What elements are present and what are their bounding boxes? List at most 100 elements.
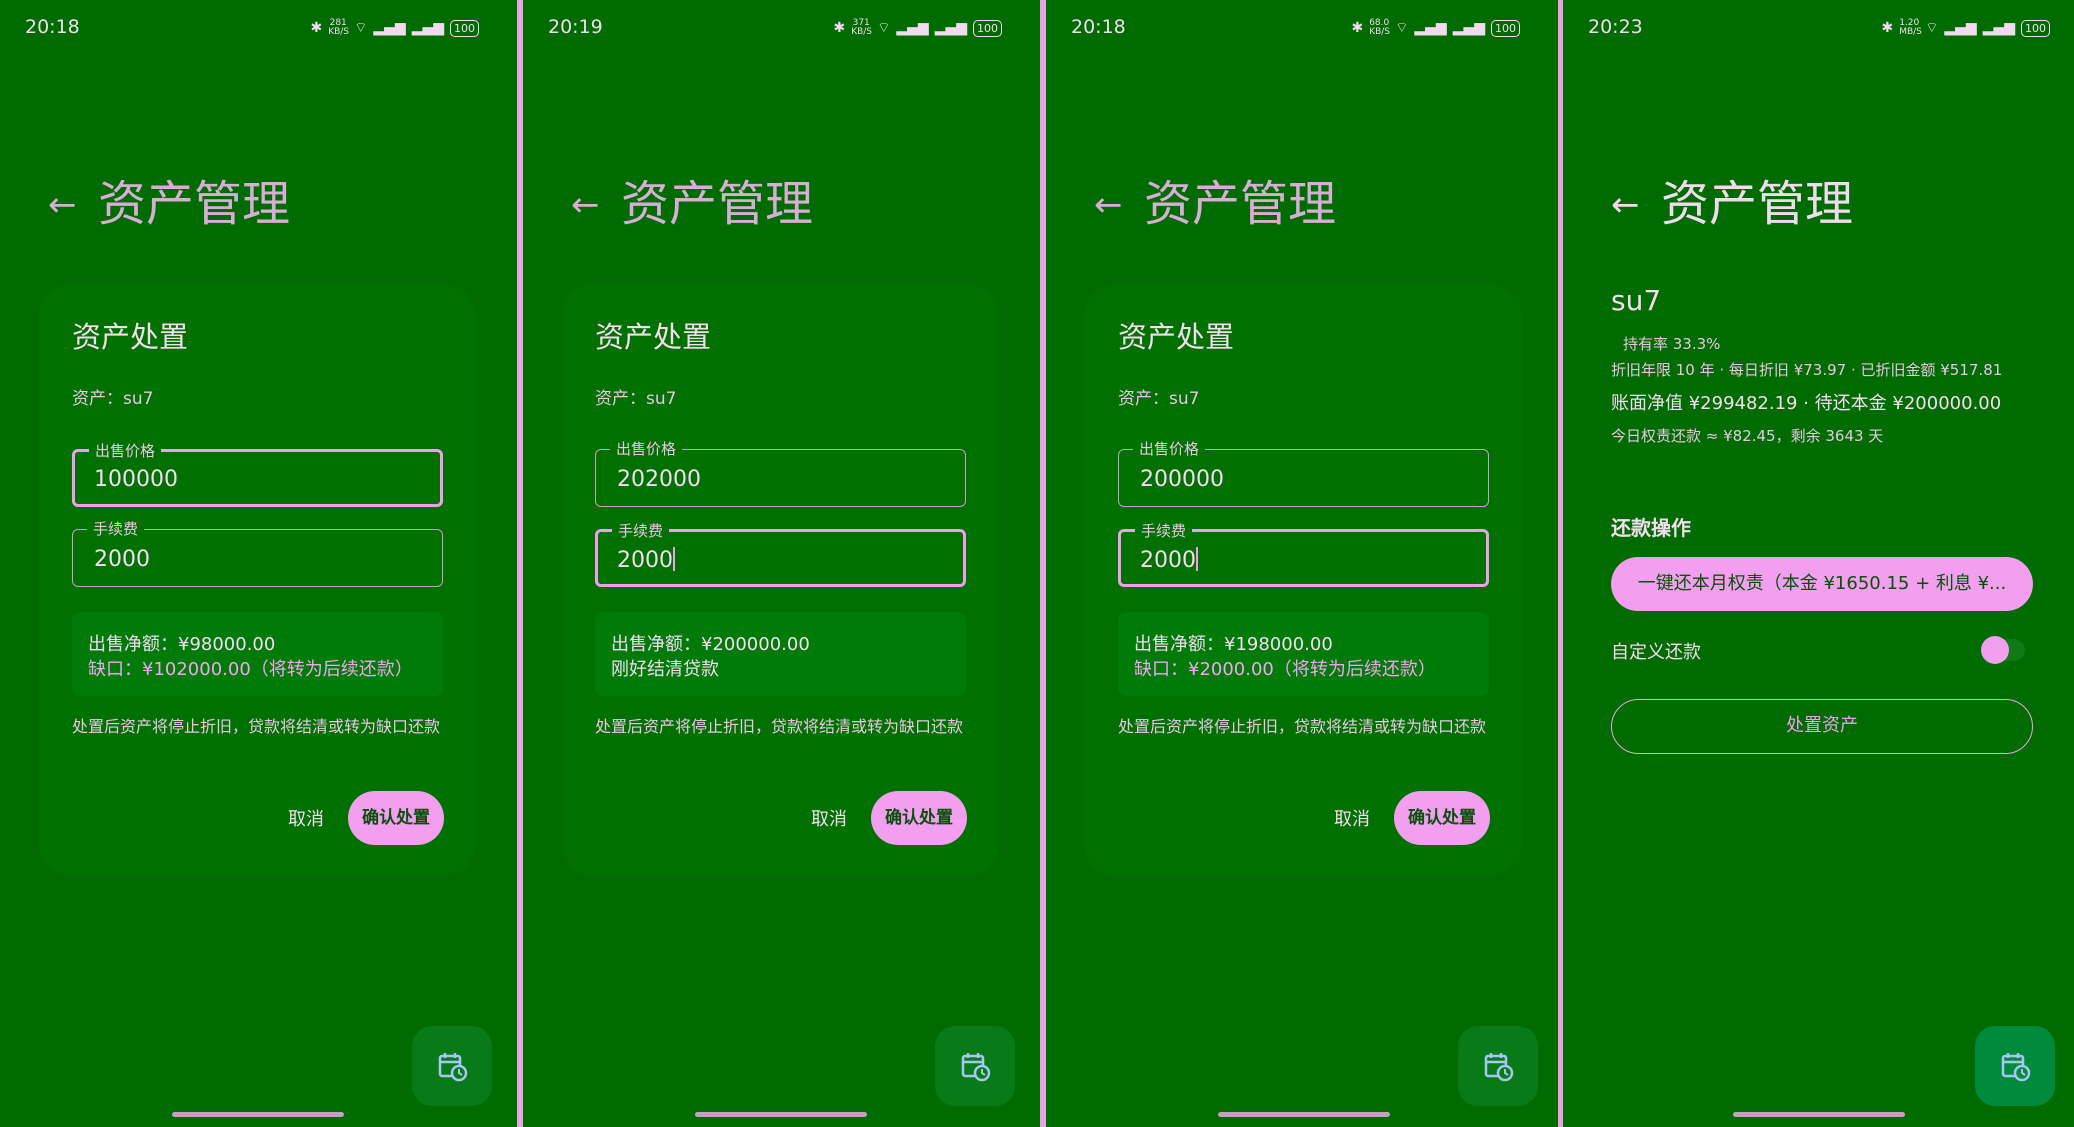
home-indicator[interactable] [1733, 1112, 1905, 1117]
settled-text: 刚好结清贷款 [611, 659, 719, 680]
fee-value: 2000 [1140, 547, 1198, 573]
fee-value: 2000 [94, 547, 150, 572]
custom-repay-toggle[interactable] [1981, 636, 2025, 664]
page-title: 资产管理 [1144, 176, 1337, 232]
cancel-button[interactable]: 取消 [1334, 805, 1370, 831]
calendar-fab[interactable] [935, 1026, 1015, 1106]
holding-rate: 持有率 33.3% [1623, 335, 1721, 353]
confirm-dispose-button[interactable]: 确认处置 [1394, 791, 1490, 845]
sale-price-input[interactable]: 出售价格 100000 [72, 440, 443, 507]
wifi-icon: ⌔ [877, 20, 891, 36]
pay-monthly-button[interactable]: 一键还本月权责（本金 ¥1650.15 + 利息 ¥... [1611, 557, 2033, 611]
calendar-clock-icon [961, 1053, 991, 1082]
back-arrow-icon[interactable]: ← [1094, 188, 1123, 222]
cancel-button[interactable]: 取消 [811, 805, 847, 831]
today-repayment-info: 今日权责还款 ≈ ¥82.45，剩余 3643 天 [1611, 427, 1884, 445]
status-bar: 20:19 ✱ 371 KB/S ⌔ ▂▄▆ ▂▄▆ 100 [523, 0, 1040, 56]
confirm-dispose-button[interactable]: 确认处置 [348, 791, 444, 845]
text-caret [1196, 547, 1198, 571]
net-amount: 出售净额：¥98000.00 [88, 634, 276, 655]
text-caret [673, 547, 675, 571]
sale-summary: 出售净额：¥98000.00 缺口：¥102000.00（将转为后续还款） [72, 612, 443, 696]
wifi-icon: ⌔ [1925, 20, 1939, 36]
dialog-asset-label: 资产：su7 [72, 389, 154, 409]
fee-input[interactable]: 手续费 2000 [72, 518, 443, 587]
fee-input[interactable]: 手续费 2000 [595, 520, 966, 587]
status-time: 20:18 [25, 16, 80, 38]
home-indicator[interactable] [695, 1112, 867, 1117]
calendar-fab[interactable] [1975, 1026, 2055, 1106]
dialog-asset-label: 资产：su7 [595, 389, 677, 409]
fee-label: 手续费 [1135, 520, 1193, 541]
network-speed: 281 KB/S [328, 18, 350, 37]
wifi-icon: ⌔ [1395, 20, 1409, 36]
dispose-note: 处置后资产将停止折旧，贷款将结清或转为缺口还款 [72, 717, 441, 736]
toggle-knob [1981, 636, 2009, 664]
sale-price-label: 出售价格 [1133, 438, 1206, 459]
status-time: 20:23 [1588, 16, 1643, 38]
status-icons: ✱ 1.20 MB/S ⌔ ▂▄▆ ▂▄▆ 100 [1881, 18, 2050, 38]
status-time: 20:18 [1071, 16, 1126, 38]
sale-price-label: 出售价格 [610, 438, 683, 459]
dispose-dialog: 资产处置 资产：su7 出售价格 202000 手续费 2000 出售净额：¥2… [561, 284, 999, 876]
fee-label: 手续费 [612, 520, 670, 541]
status-bar: 20:23 ✱ 1.20 MB/S ⌔ ▂▄▆ ▂▄▆ 100 [1563, 0, 2074, 56]
network-speed: 371 KB/S [851, 18, 873, 37]
net-amount: 出售净额：¥200000.00 [611, 634, 810, 655]
shortfall-text: 缺口：¥102000.00（将转为后续还款） [88, 659, 413, 680]
confirm-dispose-button[interactable]: 确认处置 [871, 791, 967, 845]
bluetooth-icon: ✱ [310, 20, 323, 36]
status-bar: 20:18 ✱ 281 KB/S ⌔ ▂▄▆ ▂▄▆ 100 [0, 0, 517, 56]
battery-icon: 100 [973, 19, 1002, 37]
back-arrow-icon[interactable]: ← [48, 188, 77, 222]
dispose-note: 处置后资产将停止折旧，贷款将结清或转为缺口还款 [1118, 717, 1487, 736]
dispose-dialog: 资产处置 资产：su7 出售价格 100000 手续费 2000 出售净额：¥9… [38, 284, 476, 876]
wifi-icon: ⌔ [354, 20, 368, 36]
signal-icon: ▂▄▆ [411, 20, 444, 36]
sale-price-value: 200000 [1140, 467, 1224, 492]
sale-price-value: 202000 [617, 467, 701, 492]
sale-price-input[interactable]: 出售价格 202000 [595, 438, 966, 507]
network-speed: 1.20 MB/S [1899, 18, 1922, 37]
signal-icon: ▂▄▆ [373, 20, 406, 36]
calendar-fab[interactable] [412, 1026, 492, 1106]
sale-summary: 出售净额：¥200000.00 刚好结清贷款 [595, 612, 966, 696]
back-arrow-icon[interactable]: ← [1611, 188, 1640, 222]
status-time: 20:19 [548, 16, 603, 38]
page-title: 资产管理 [621, 176, 814, 232]
signal-icon: ▂▄▆ [1982, 20, 2015, 36]
bluetooth-icon: ✱ [1351, 20, 1364, 36]
calendar-clock-icon [1484, 1053, 1514, 1082]
screen-2: 20:19 ✱ 371 KB/S ⌔ ▂▄▆ ▂▄▆ 100 ← 资产管理 资产处… [523, 0, 1040, 1127]
back-arrow-icon[interactable]: ← [571, 188, 600, 222]
cancel-button[interactable]: 取消 [288, 805, 324, 831]
sale-price-value: 100000 [94, 467, 178, 492]
dispose-dialog: 资产处置 资产：su7 出售价格 200000 手续费 2000 出售净额：¥1… [1084, 284, 1522, 876]
dispose-asset-button[interactable]: 处置资产 [1611, 699, 2033, 754]
signal-icon: ▂▄▆ [1944, 20, 1977, 36]
status-icons: ✱ 371 KB/S ⌔ ▂▄▆ ▂▄▆ 100 [833, 18, 1002, 38]
net-amount: 出售净额：¥198000.00 [1134, 634, 1333, 655]
screen-3: 20:18 ✱ 68.0 KB/S ⌔ ▂▄▆ ▂▄▆ 100 ← 资产管理 资产… [1046, 0, 1558, 1127]
calendar-clock-icon [438, 1053, 468, 1082]
book-value-info: 账面净值 ¥299482.19 · 待还本金 ¥200000.00 [1611, 393, 2002, 414]
calendar-fab[interactable] [1458, 1026, 1538, 1106]
network-speed: 68.0 KB/S [1369, 18, 1391, 37]
fee-label: 手续费 [87, 518, 145, 539]
fee-value: 2000 [617, 547, 675, 573]
dialog-title: 资产处置 [72, 320, 189, 354]
asset-name: su7 [1611, 284, 1662, 317]
bluetooth-icon: ✱ [1881, 20, 1894, 36]
status-icons: ✱ 281 KB/S ⌔ ▂▄▆ ▂▄▆ 100 [310, 18, 479, 38]
status-bar: 20:18 ✱ 68.0 KB/S ⌔ ▂▄▆ ▂▄▆ 100 [1046, 0, 1558, 56]
custom-repay-label: 自定义还款 [1611, 642, 1701, 663]
screen-1: 20:18 ✱ 281 KB/S ⌔ ▂▄▆ ▂▄▆ 100 ← 资产管理 资产处… [0, 0, 517, 1127]
sale-price-input[interactable]: 出售价格 200000 [1118, 438, 1489, 507]
home-indicator[interactable] [172, 1112, 344, 1117]
battery-icon: 100 [1491, 19, 1520, 37]
home-indicator[interactable] [1218, 1112, 1390, 1117]
status-icons: ✱ 68.0 KB/S ⌔ ▂▄▆ ▂▄▆ 100 [1351, 18, 1520, 38]
fee-input[interactable]: 手续费 2000 [1118, 520, 1489, 587]
dialog-title: 资产处置 [595, 320, 712, 354]
signal-icon: ▂▄▆ [896, 20, 929, 36]
